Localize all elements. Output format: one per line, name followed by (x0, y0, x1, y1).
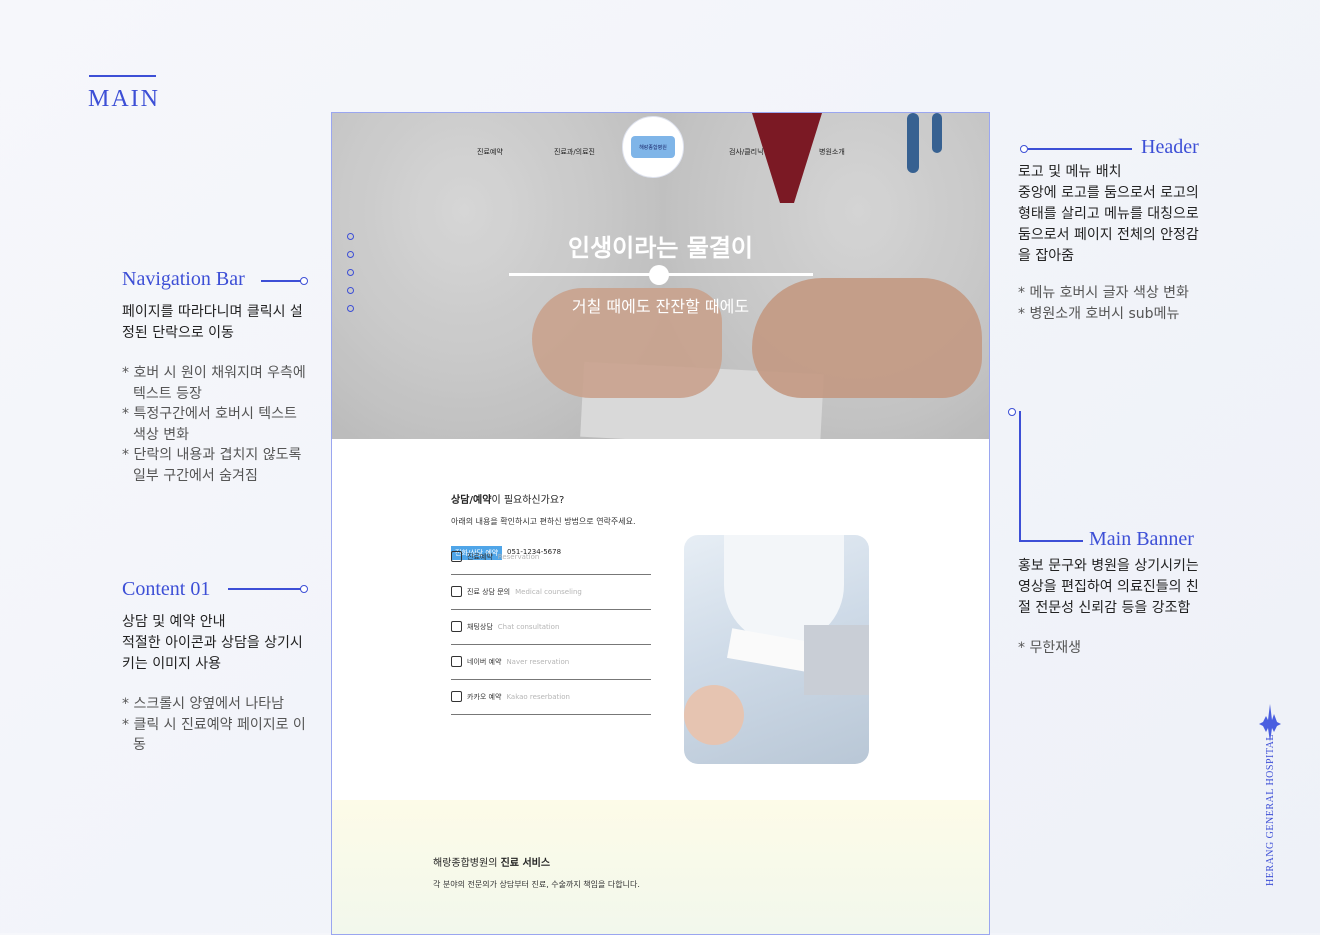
banner-divider-knob (649, 265, 669, 285)
brand-vertical-text: HERANG GENERAL HOSPITAL (1265, 734, 1276, 886)
header-annotation-title: Header (1141, 136, 1199, 158)
kakao-icon (451, 691, 462, 702)
nav-annotation-dot (300, 277, 308, 285)
consult-photo (684, 535, 869, 764)
main-banner: 진료예약 진료과/의료진 해랑종합병원 검사/클리닉 병원소개 인생이라는 물결… (332, 113, 989, 439)
banner-annotation-desc: 홍보 문구와 병원을 상기시키는 영상을 편집하여 의료진들의 친 절 전문성 … (1018, 558, 1199, 616)
photo-hand (684, 685, 744, 745)
consult-desc: 아래의 내용을 확인하시고 편하신 방법으로 연락주세요. (451, 517, 636, 526)
service-title: 해랑종합병원의 진료 서비스 (433, 858, 551, 869)
photo-laptop (804, 625, 869, 695)
header-annotation-dot (1020, 145, 1028, 153)
calendar-icon (451, 551, 462, 562)
consult-item-naver[interactable]: 네이버 예약 Naver reservation (451, 644, 651, 680)
content-annotation-dot (300, 585, 308, 593)
banner-annotation-title: Main Banner (1089, 528, 1194, 550)
header-annotation-connector (1028, 148, 1132, 150)
nav-annotation-connector (261, 280, 303, 282)
banner-annotation-notes: * 무한재생 (1018, 640, 1081, 656)
consult-item-counseling[interactable]: 진료 상담 문의 Medical counseling (451, 574, 651, 610)
section-title-underline (89, 75, 156, 77)
service-section: 해랑종합병원의 진료 서비스 각 분야의 전문의가 상담부터 진료, 수술까지 … (332, 800, 989, 934)
content-annotation-title: Content 01 (122, 578, 211, 600)
header-annotation-notes: * 메뉴 호버시 글자 색상 변화 * 병원소개 호버시 sub메뉴 (1018, 285, 1189, 322)
hospital-logo[interactable]: 해랑종합병원 (622, 116, 684, 178)
consult-item-kakao[interactable]: 카카오 예약 Kakao reserbation (451, 679, 651, 715)
content-annotation-notes: * 스크롤시 양옆에서 나타남 * 클릭 시 진료예약 페이지로 이동 (122, 696, 306, 753)
nav-item-departments[interactable]: 진료과/의료진 (554, 147, 595, 157)
nav-item-reservation[interactable]: 진료예약 (477, 147, 503, 157)
consult-item-reservation[interactable]: 진료예약 Reservation (451, 539, 651, 575)
naver-icon (451, 656, 462, 667)
consult-title: 상담/예약이 필요하신가요? (451, 495, 565, 506)
banner-subtitle: 거칠 때에도 잔잔할 때에도 (571, 297, 750, 316)
banner-annotation-dot (1008, 408, 1016, 416)
nav-item-clinic[interactable]: 검사/클리닉 (729, 147, 764, 157)
medical-icon (451, 586, 462, 597)
consult-item-chat[interactable]: 채팅상담 Chat consultation (451, 609, 651, 645)
section-title: MAIN (88, 86, 160, 112)
banner-annotation-vline (1019, 411, 1021, 541)
nav-annotation-title: Navigation Bar (122, 268, 245, 290)
side-nav-dot[interactable] (347, 269, 354, 276)
banner-annotation-connector (1019, 540, 1083, 542)
nav-annotation-desc: 페이지를 따라다니며 클릭시 설 정된 단락으로 이동 (122, 304, 303, 341)
nav-annotation-notes: * 호버 시 원이 채워지며 우측에 텍스트 등장 * 특정구간에서 호버시 텍… (122, 365, 306, 484)
content-annotation-connector (228, 588, 303, 590)
nav-item-about[interactable]: 병원소개 (819, 147, 845, 157)
website-mockup: 진료예약 진료과/의료진 해랑종합병원 검사/클리닉 병원소개 인생이라는 물결… (331, 112, 990, 935)
hospital-logo-label: 해랑종합병원 (631, 136, 675, 158)
chat-icon (451, 621, 462, 632)
banner-title: 인생이라는 물결이 (568, 234, 753, 262)
service-desc: 각 분야의 전문의가 상담부터 진료, 수술까지 책임을 다합니다. (433, 880, 640, 889)
header-annotation-desc: 로고 및 메뉴 배치 중앙에 로고를 둠으로서 로고의 형태를 살리고 메뉴를 … (1018, 164, 1199, 264)
content-annotation-desc: 상담 및 예약 안내 적절한 아이콘과 상담을 상기시 키는 이미지 사용 (122, 614, 303, 672)
